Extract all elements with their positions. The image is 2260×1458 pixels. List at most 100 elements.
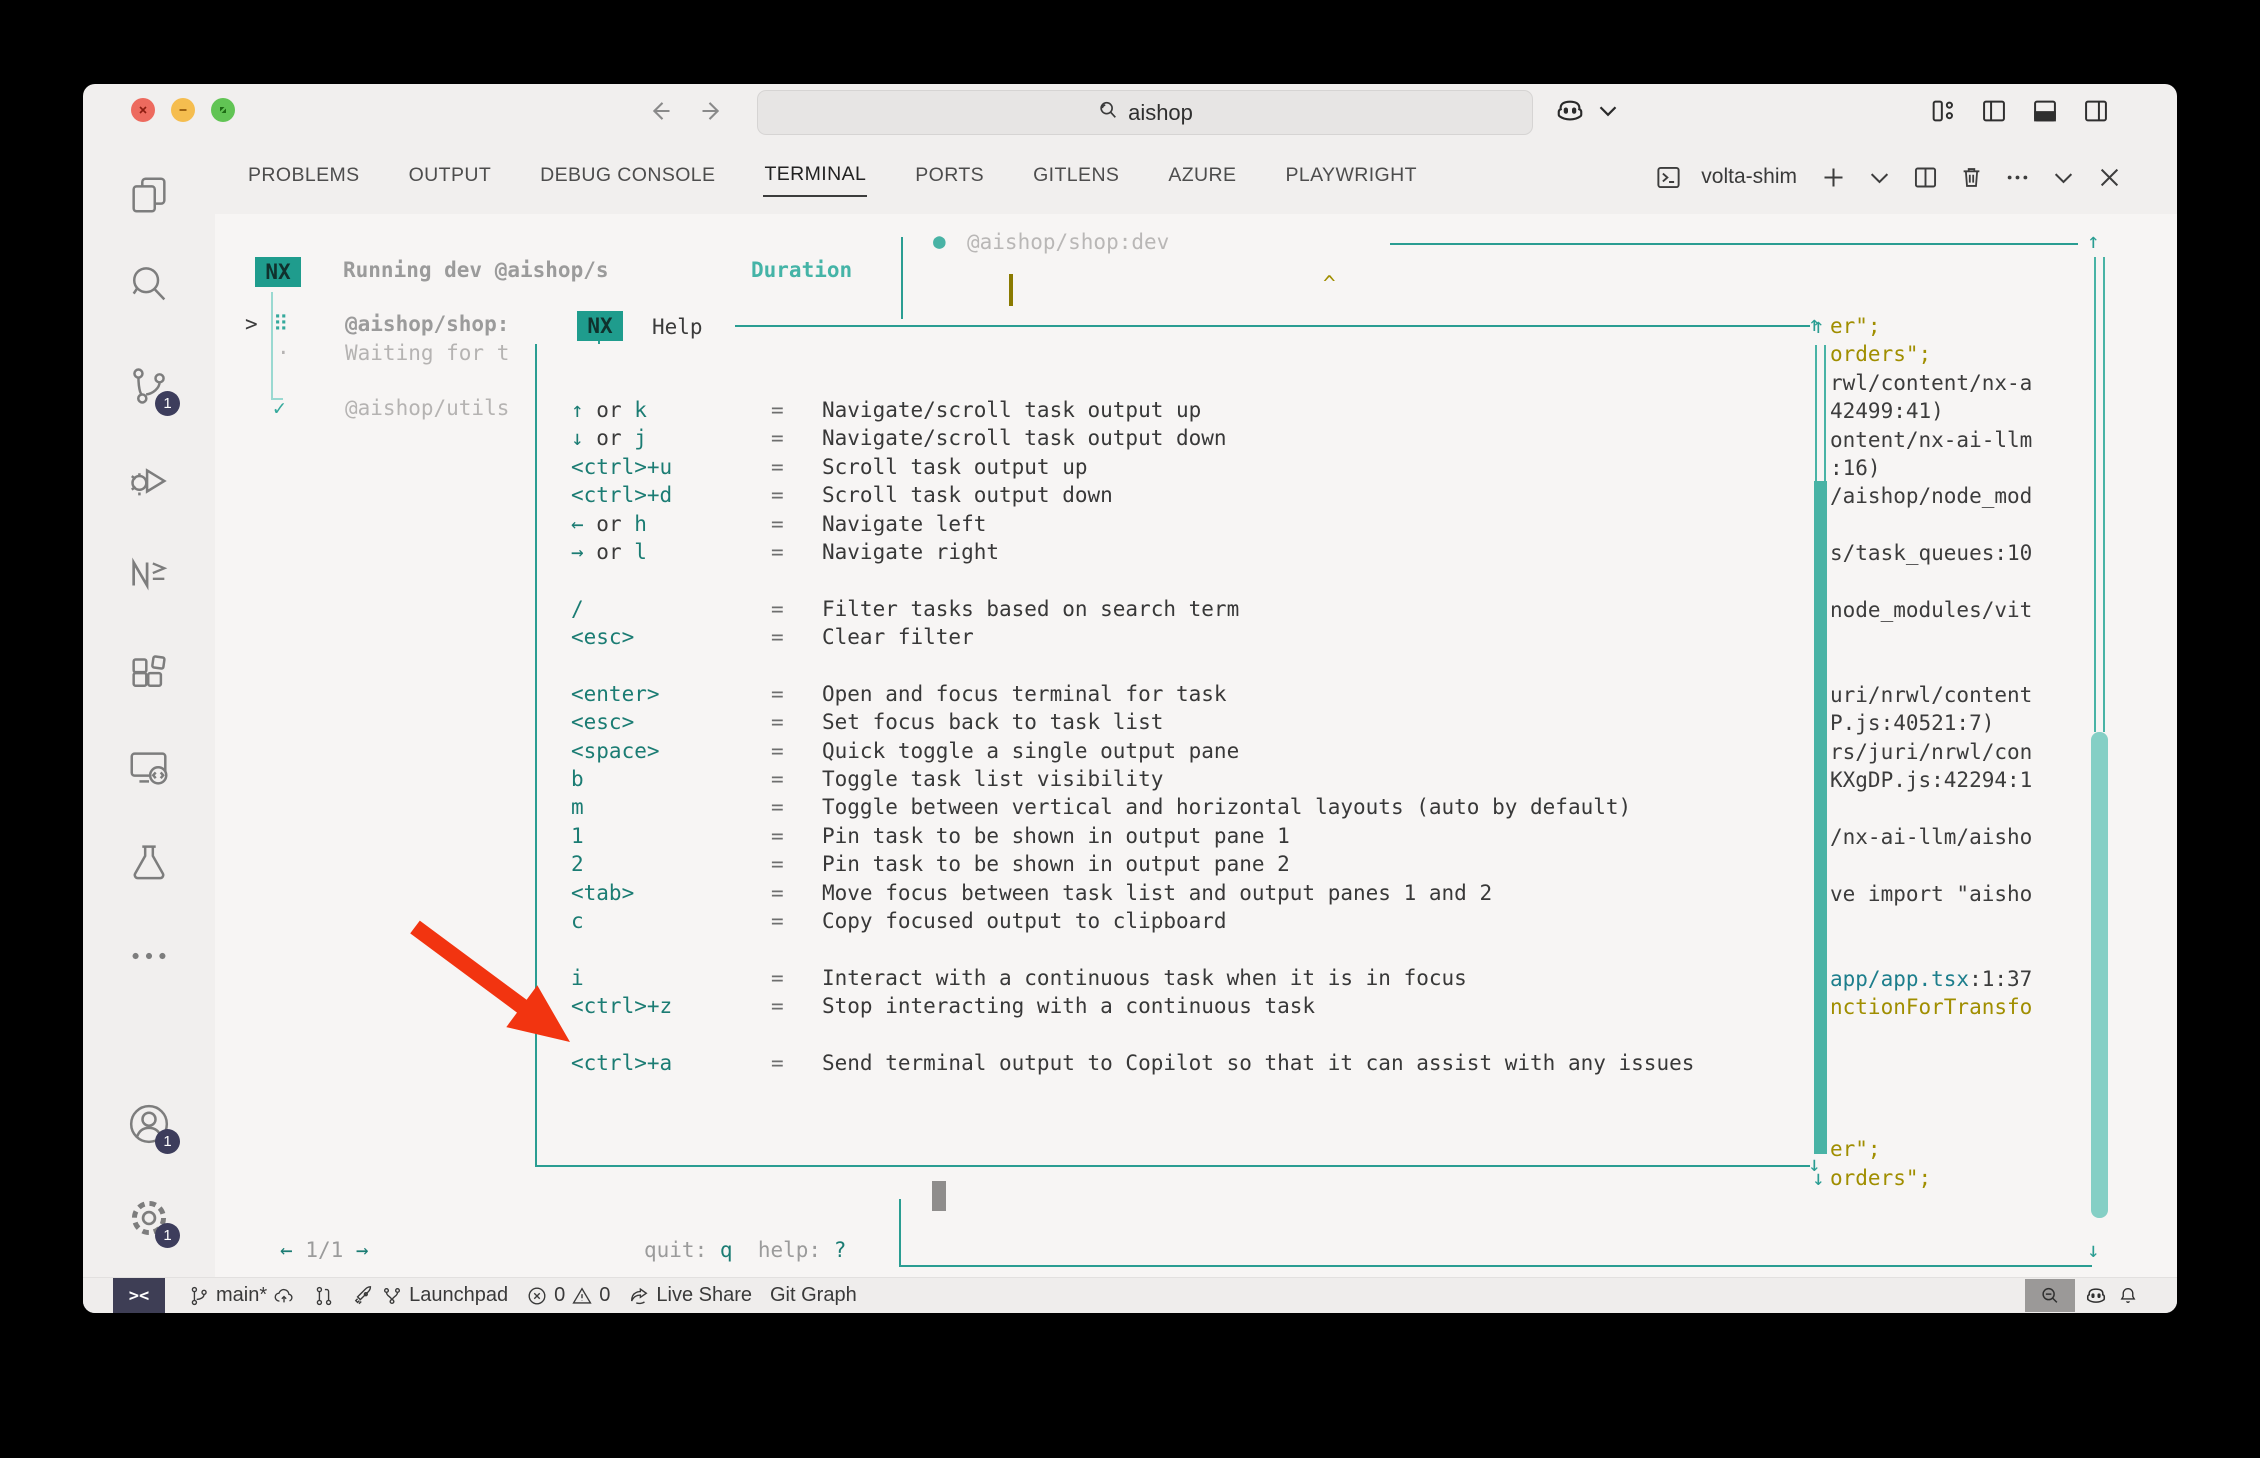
settings-badge: 1 bbox=[155, 1223, 180, 1248]
nx-console-icon[interactable] bbox=[126, 551, 172, 597]
zoom-out-status-button[interactable] bbox=[2025, 1279, 2075, 1312]
minimize-window-button[interactable] bbox=[171, 98, 195, 122]
git-branch-item[interactable]: main* bbox=[179, 1278, 304, 1313]
errors-count: 0 bbox=[554, 1284, 565, 1307]
tab-gitlens[interactable]: GITLENS bbox=[1032, 158, 1120, 196]
source-control-icon[interactable]: 1 bbox=[126, 363, 172, 409]
output-line: uri/nrwl/content bbox=[1830, 681, 2040, 709]
extensions-icon[interactable] bbox=[126, 652, 172, 698]
tab-azure[interactable]: AZURE bbox=[1167, 158, 1237, 196]
pager-left-icon[interactable]: ← bbox=[280, 1238, 293, 1262]
copilot-status-icon[interactable] bbox=[2085, 1285, 2107, 1307]
launchpad-branch-icon bbox=[381, 1285, 403, 1307]
tab-problems[interactable]: PROBLEMS bbox=[247, 158, 361, 196]
task-check-icon: ✓ bbox=[273, 396, 286, 420]
testing-flask-icon[interactable] bbox=[126, 839, 172, 885]
remote-indicator[interactable]: >< bbox=[113, 1278, 165, 1313]
pager-right-icon[interactable]: → bbox=[356, 1238, 369, 1262]
inner-scroll-up-icon[interactable]: ↑ bbox=[1808, 312, 1821, 336]
outer-scrollbar-track[interactable] bbox=[2094, 257, 2105, 732]
copilot-chevron-down-icon[interactable] bbox=[1593, 96, 1623, 131]
launchpad-label: Launchpad bbox=[409, 1284, 508, 1307]
tab-ports[interactable]: PORTS bbox=[914, 158, 985, 196]
output-line: 42499:41) bbox=[1830, 397, 2040, 425]
terminal-shell-name[interactable]: volta-shim bbox=[1701, 165, 1797, 189]
run-debug-icon[interactable] bbox=[126, 457, 172, 503]
activity-bar: 1 1 1 bbox=[83, 140, 215, 1278]
explorer-icon[interactable] bbox=[126, 172, 172, 218]
zoom-window-button[interactable] bbox=[211, 98, 235, 122]
notifications-bell-icon[interactable] bbox=[2117, 1285, 2139, 1307]
live-share-item[interactable]: Live Share bbox=[619, 1278, 761, 1313]
task-row-utils: @aishop/utils bbox=[345, 396, 509, 420]
output-line bbox=[1830, 624, 2040, 652]
output-line bbox=[1830, 653, 2040, 681]
help-row: ↑ or k=Navigate/scroll task output up bbox=[536, 396, 1805, 424]
errors-icon bbox=[526, 1285, 548, 1307]
help-top-border bbox=[735, 325, 1810, 327]
tab-debug-console[interactable]: DEBUG CONSOLE bbox=[539, 158, 716, 196]
new-terminal-icon[interactable] bbox=[1820, 164, 1847, 191]
output-line: P.js:40521:7) bbox=[1830, 709, 2040, 737]
pull-request-item[interactable] bbox=[304, 1278, 344, 1313]
problems-item[interactable]: 0 0 bbox=[517, 1278, 619, 1313]
help-row: → or l=Navigate right bbox=[536, 538, 1805, 566]
terminal-more-actions-icon[interactable] bbox=[2004, 164, 2031, 191]
outer-scrollbar-thumb[interactable] bbox=[2091, 732, 2108, 1218]
help-row bbox=[536, 935, 1805, 963]
tab-playwright[interactable]: PLAYWRIGHT bbox=[1284, 158, 1417, 196]
kill-terminal-trash-icon[interactable] bbox=[1958, 164, 1985, 191]
task-waiting-bullet: · bbox=[277, 341, 290, 365]
publish-cloud-icon bbox=[273, 1285, 295, 1307]
accounts-icon[interactable]: 1 bbox=[126, 1101, 172, 1147]
git-graph-item[interactable]: Git Graph bbox=[761, 1278, 866, 1313]
tab-output[interactable]: OUTPUT bbox=[408, 158, 493, 196]
output-line: :16) bbox=[1830, 454, 2040, 482]
inner-scrollbar-thumb[interactable] bbox=[1814, 481, 1827, 1154]
terminal-cursor bbox=[1009, 274, 1013, 306]
terminal-panel[interactable]: NX Running dev @aishop/s Duration ● @ais… bbox=[215, 214, 2177, 1277]
inner-scrollbar-track[interactable] bbox=[1815, 345, 1826, 481]
output-line bbox=[1830, 511, 2040, 539]
pane-resize-handle[interactable] bbox=[932, 1181, 946, 1211]
traffic-lights bbox=[131, 98, 235, 122]
remote-explorer-icon[interactable] bbox=[126, 745, 172, 791]
output-pane-top-border bbox=[1390, 243, 2078, 245]
tab-terminal[interactable]: TERMINAL bbox=[763, 157, 867, 197]
help-row: <space>=Quick toggle a single output pan… bbox=[536, 737, 1805, 765]
command-center-search[interactable]: aishop bbox=[757, 90, 1533, 135]
launchpad-item[interactable]: Launchpad bbox=[344, 1278, 517, 1313]
close-panel-icon[interactable] bbox=[2096, 164, 2123, 191]
customize-layout-icon[interactable] bbox=[1929, 97, 1957, 130]
duration-column-label: Duration bbox=[751, 258, 852, 282]
accounts-badge: 1 bbox=[155, 1129, 180, 1154]
search-sidebar-icon[interactable] bbox=[126, 262, 172, 308]
settings-gear-icon[interactable]: 1 bbox=[126, 1195, 172, 1241]
close-window-button[interactable] bbox=[131, 98, 155, 122]
panel-chevron-down-icon[interactable] bbox=[2050, 164, 2077, 191]
live-share-label: Live Share bbox=[656, 1284, 752, 1307]
outer-scroll-up-icon[interactable]: ↑ bbox=[2087, 229, 2100, 253]
output-line bbox=[1830, 1107, 2040, 1135]
outer-scroll-down-icon[interactable]: ↓ bbox=[2087, 1238, 2100, 1262]
nav-forward-icon[interactable] bbox=[699, 97, 727, 130]
output-line bbox=[1830, 908, 2040, 936]
more-views-ellipsis-icon[interactable] bbox=[126, 933, 172, 979]
output-line: node_modules/vit bbox=[1830, 596, 2040, 624]
task-waiting-text: Waiting for t bbox=[345, 341, 509, 365]
output-line: /aishop/node_mod bbox=[1830, 482, 2040, 510]
terminal-profile-chevron-icon[interactable] bbox=[1866, 164, 1893, 191]
help-row: /=Filter tasks based on search term bbox=[536, 595, 1805, 623]
output-line: s/task_queues:10 bbox=[1830, 539, 2040, 567]
toggle-panel-icon[interactable] bbox=[2031, 97, 2059, 130]
help-row bbox=[536, 652, 1805, 680]
output-pane-left-border bbox=[901, 237, 903, 319]
warnings-icon bbox=[571, 1285, 593, 1307]
inner-scroll-down-icon[interactable]: ↓ bbox=[1808, 1152, 1821, 1176]
nav-back-icon[interactable] bbox=[645, 97, 673, 130]
split-terminal-icon[interactable] bbox=[1912, 164, 1939, 191]
toggle-secondary-sidebar-icon[interactable] bbox=[2082, 97, 2110, 130]
help-row: <enter>=Open and focus terminal for task bbox=[536, 680, 1805, 708]
copilot-icon[interactable] bbox=[1555, 96, 1585, 131]
toggle-primary-sidebar-icon[interactable] bbox=[1980, 97, 2008, 130]
